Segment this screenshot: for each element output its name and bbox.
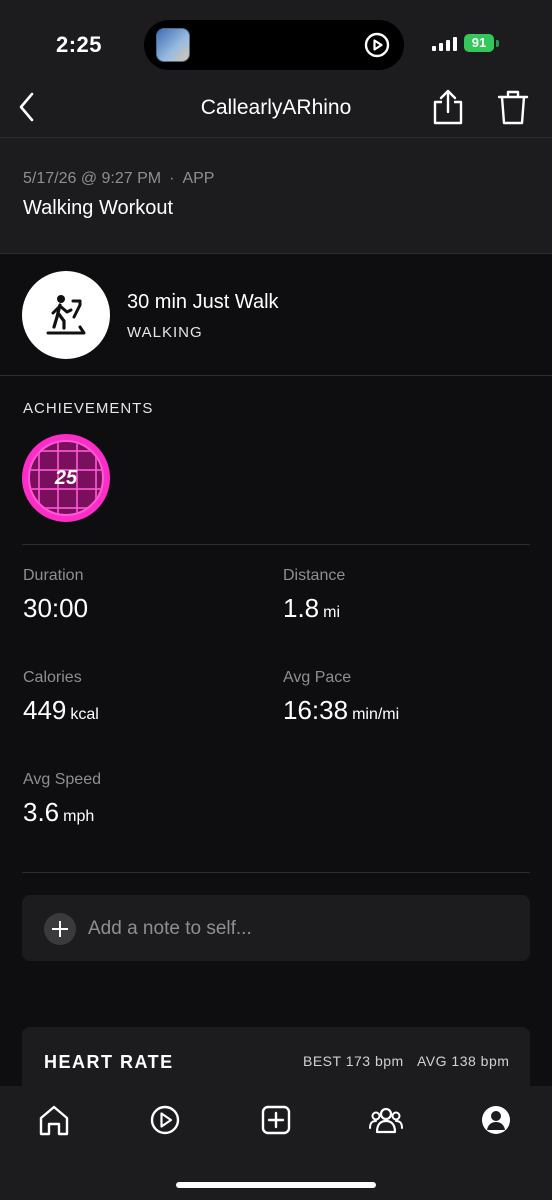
stat-unit: mph [63,808,95,825]
workout-source: APP [182,170,215,187]
treadmill-walker-icon [46,295,86,335]
stat-value: 30:00 [23,593,88,624]
cellular-signal-icon [432,37,457,51]
stat-label: Duration [23,567,84,584]
workout-date: 5/17/26 @ 9:27 PM [23,170,162,187]
stat-avg-speed: Avg Speed 3.6 mph [23,771,101,828]
media-thumbnail [156,28,190,62]
stat-number: 1.8 [283,593,320,623]
battery-nub [496,40,499,47]
stat-number: 30:00 [23,593,89,623]
add-note-icon[interactable] [44,913,76,945]
class-row[interactable]: 30 min Just Walk WALKING [0,254,552,376]
heart-rate-title: HEART RATE [44,1052,174,1072]
play-circle-icon [364,32,390,58]
stat-avg-pace: Avg Pace 16:38 min/mi [283,669,399,726]
divider [22,544,530,545]
heart-rate-avg: AVG 138 bpm [417,1053,510,1069]
stat-calories: Calories 449 kcal [23,669,99,726]
achievement-badge[interactable]: 25 [22,434,110,522]
badge-inner: 25 [28,440,104,516]
achievements-label: ACHIEVEMENTS [23,400,154,417]
stat-unit: kcal [70,706,99,723]
workout-meta: 5/17/26 @ 9:27 PM · APP Walking Workout [0,138,552,254]
stat-number: 16:38 [283,695,349,725]
stat-label: Calories [23,669,82,686]
note-input[interactable]: Add a note to self... [22,895,530,961]
tab-classes[interactable] [143,1098,187,1142]
tab-add[interactable] [254,1098,298,1142]
workout-name: Walking Workout [23,197,174,219]
tab-community[interactable] [364,1098,408,1142]
stat-number: 449 [23,695,67,725]
class-type: WALKING [127,324,203,341]
stat-value: 449 kcal [23,695,99,726]
stat-label: Avg Pace [283,669,352,686]
stat-value: 16:38 min/mi [283,695,399,726]
stat-distance: Distance 1.8 mi [283,567,345,624]
play-circle-icon [150,1105,180,1135]
stat-label: Avg Speed [23,771,101,788]
nav-bar: CallearlyARhino [0,70,552,138]
stat-number: 3.6 [23,797,60,827]
workout-date-line: 5/17/26 @ 9:27 PM · APP [23,170,214,188]
plus-square-icon [261,1105,291,1135]
profile-icon [482,1106,510,1134]
badge-number: 25 [54,467,78,489]
stat-unit: min/mi [352,706,400,723]
home-indicator [176,1182,376,1188]
separator-dot: · [169,170,175,187]
people-icon [369,1107,403,1134]
dynamic-island[interactable] [144,20,404,70]
stat-label: Distance [283,567,346,584]
stat-value: 3.6 mph [23,797,101,828]
divider [22,872,530,873]
class-icon-circle [22,271,110,359]
share-icon[interactable] [430,88,466,126]
heart-rate-best: BEST 173 bpm [303,1053,404,1069]
battery-indicator: 91 [464,34,494,52]
home-icon [39,1105,69,1136]
tab-profile[interactable] [474,1098,518,1142]
stat-duration: Duration 30:00 [23,567,88,624]
status-time: 2:25 [56,32,103,57]
trash-icon[interactable] [496,88,530,126]
page-title: CallearlyARhino [200,96,352,119]
class-title: 30 min Just Walk [127,291,279,313]
tab-home[interactable] [32,1098,76,1142]
stat-unit: mi [323,604,341,621]
note-placeholder: Add a note to self... [88,918,252,939]
stat-value: 1.8 mi [283,593,345,624]
